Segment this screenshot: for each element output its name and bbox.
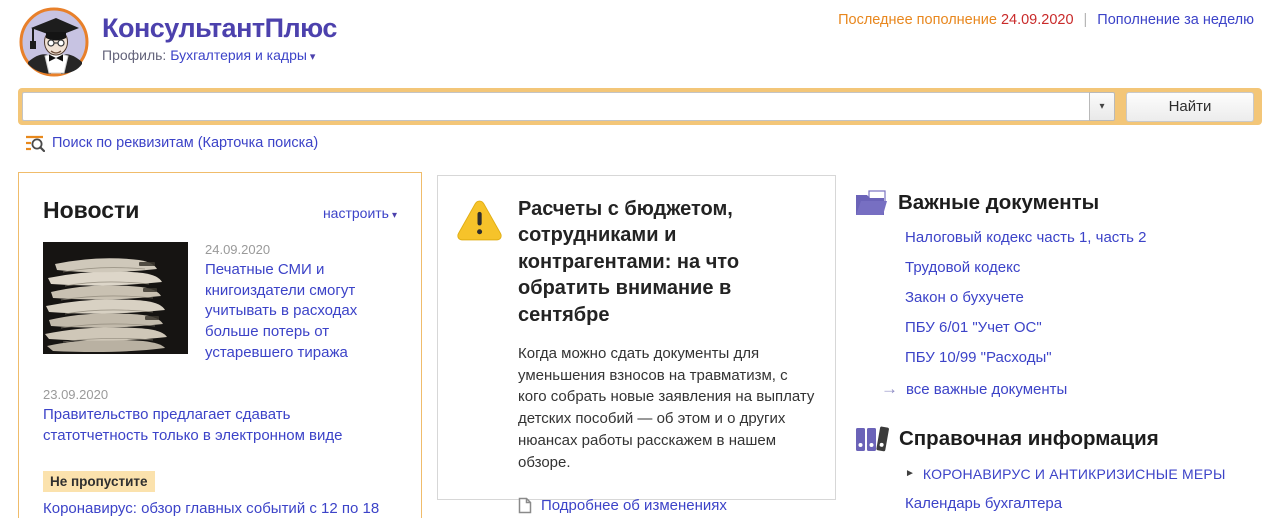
dont-miss-badge: Не пропустите [43, 471, 155, 492]
important-docs-section: Важные документы Налоговый кодекс часть … [855, 190, 1275, 399]
app-title: КонсультантПлюс [102, 14, 337, 44]
requisites-search-link[interactable]: Поиск по реквизитам (Карточка поиска) [52, 135, 318, 151]
card-search-icon [25, 134, 45, 152]
review-more-row: Подробнее об изменениях [518, 497, 817, 514]
profile-selector[interactable]: Бухгалтерия и кадры▾ [170, 47, 315, 63]
chevron-down-icon: ▾ [392, 210, 397, 221]
last-update-date: 24.09.2020 [1001, 12, 1074, 28]
reference-links: ► КОРОНАВИРУС И АНТИКРИЗИСНЫЕ МЕРЫ Кален… [905, 466, 1275, 518]
header-brand: КонсультантПлюс Профиль: Бухгалтерия и к… [18, 6, 337, 78]
requisites-row: Поиск по реквизитам (Карточка поиска) [25, 134, 318, 152]
consultant-plus-home: КонсультантПлюс Профиль: Бухгалтерия и к… [0, 0, 1282, 518]
news-item: 24.09.2020 Печатные СМИ и книгоиздатели … [43, 242, 397, 363]
arrow-right-icon: ► [905, 468, 915, 480]
review-content: Расчеты с бюджетом, сотрудниками и контр… [518, 196, 817, 514]
news-date: 23.09.2020 [43, 387, 397, 402]
news-link[interactable]: Печатные СМИ и книгоиздатели смогут учит… [205, 260, 397, 363]
news-configure-link[interactable]: настроить▾ [323, 205, 397, 221]
right-column: Важные документы Налоговый кодекс часть … [855, 190, 1275, 518]
news-item-text: 24.09.2020 Печатные СМИ и книгоиздатели … [205, 242, 397, 363]
doc-link-item: Трудовой кодекс [905, 259, 1275, 277]
consultant-plus-logo[interactable] [18, 6, 90, 78]
professor-logo-icon [18, 6, 90, 78]
reference-info-section: Справочная информация ► КОРОНАВИРУС И АН… [855, 425, 1275, 518]
review-title: Расчеты с бюджетом, сотрудниками и контр… [518, 196, 817, 328]
doc-link[interactable]: Трудовой кодекс [905, 259, 1020, 276]
news-date: 24.09.2020 [205, 242, 397, 257]
chevron-down-icon: ▾ [1099, 101, 1104, 112]
review-details-link[interactable]: Подробнее об изменениях [541, 497, 727, 514]
news-item: 23.09.2020 Правительство предлагает сдав… [43, 387, 397, 446]
review-body: Когда можно сдать документы для уменьшен… [518, 343, 817, 474]
news-link[interactable]: Правительство предлагает сдавать статотч… [43, 405, 397, 446]
binders-icon [855, 425, 889, 453]
reference-link[interactable]: Календарь бухгалтера [905, 495, 1062, 512]
important-docs-title: Важные документы [898, 191, 1099, 215]
folder-icon [855, 190, 888, 216]
brand-text: КонсультантПлюс Профиль: Бухгалтерия и к… [102, 6, 337, 63]
separator: | [1084, 12, 1088, 28]
arrow-right-icon: → [881, 379, 898, 399]
important-docs-links: Налоговый кодекс часть 1, часть 2 Трудов… [905, 229, 1275, 367]
news-image-newspapers [43, 242, 188, 354]
reference-info-title: Справочная информация [899, 427, 1159, 451]
news-title: Новости [43, 197, 139, 224]
find-button[interactable]: Найти [1126, 92, 1254, 122]
all-important-docs-link[interactable]: все важные документы [906, 381, 1067, 398]
search-field: ▾ [22, 92, 1115, 121]
news-item: Не пропустите Коронавирус: обзор главных… [43, 451, 397, 518]
coronavirus-link[interactable]: КОРОНАВИРУС И АНТИКРИЗИСНЫЕ МЕРЫ [923, 466, 1226, 483]
reference-link-item: ► КОРОНАВИРУС И АНТИКРИЗИСНЫЕ МЕРЫ [905, 466, 1275, 483]
profile-row: Профиль: Бухгалтерия и кадры▾ [102, 47, 337, 63]
last-update: Последнее пополнение 24.09.2020 [838, 12, 1073, 28]
doc-link[interactable]: ПБУ 10/99 "Расходы" [905, 349, 1052, 366]
news-link[interactable]: Коронавирус: обзор главных событий с 12 … [43, 499, 397, 518]
header-updates: Последнее пополнение 24.09.2020 | Пополн… [838, 12, 1254, 28]
news-header: Новости настроить▾ [43, 197, 397, 224]
doc-link-item: Закон о бухучете [905, 289, 1275, 307]
doc-link[interactable]: ПБУ 6/01 "Учет ОС" [905, 319, 1042, 336]
weekly-update-link[interactable]: Пополнение за неделю [1097, 12, 1254, 28]
doc-link[interactable]: Налоговый кодекс часть 1, часть 2 [905, 229, 1147, 246]
news-panel: Новости настроить▾ [18, 172, 422, 518]
warning-icon [456, 198, 503, 242]
document-icon [518, 497, 532, 514]
search-bar: ▾ Найти [18, 88, 1262, 125]
doc-link-item: ПБУ 10/99 "Расходы" [905, 349, 1275, 367]
last-update-label: Последнее пополнение [838, 12, 997, 28]
doc-link-item: ПБУ 6/01 "Учет ОС" [905, 319, 1275, 337]
reference-link-item: Календарь бухгалтера [905, 495, 1275, 513]
profile-label: Профиль: [102, 47, 166, 63]
chevron-down-icon: ▾ [310, 51, 316, 63]
all-important-docs-row: → все важные документы [881, 379, 1275, 399]
doc-link-item: Налоговый кодекс часть 1, часть 2 [905, 229, 1275, 247]
monthly-review-card: Расчеты с бюджетом, сотрудниками и контр… [437, 175, 836, 500]
search-dropdown-button[interactable]: ▾ [1089, 92, 1115, 121]
search-input[interactable] [22, 92, 1089, 121]
doc-link[interactable]: Закон о бухучете [905, 289, 1024, 306]
